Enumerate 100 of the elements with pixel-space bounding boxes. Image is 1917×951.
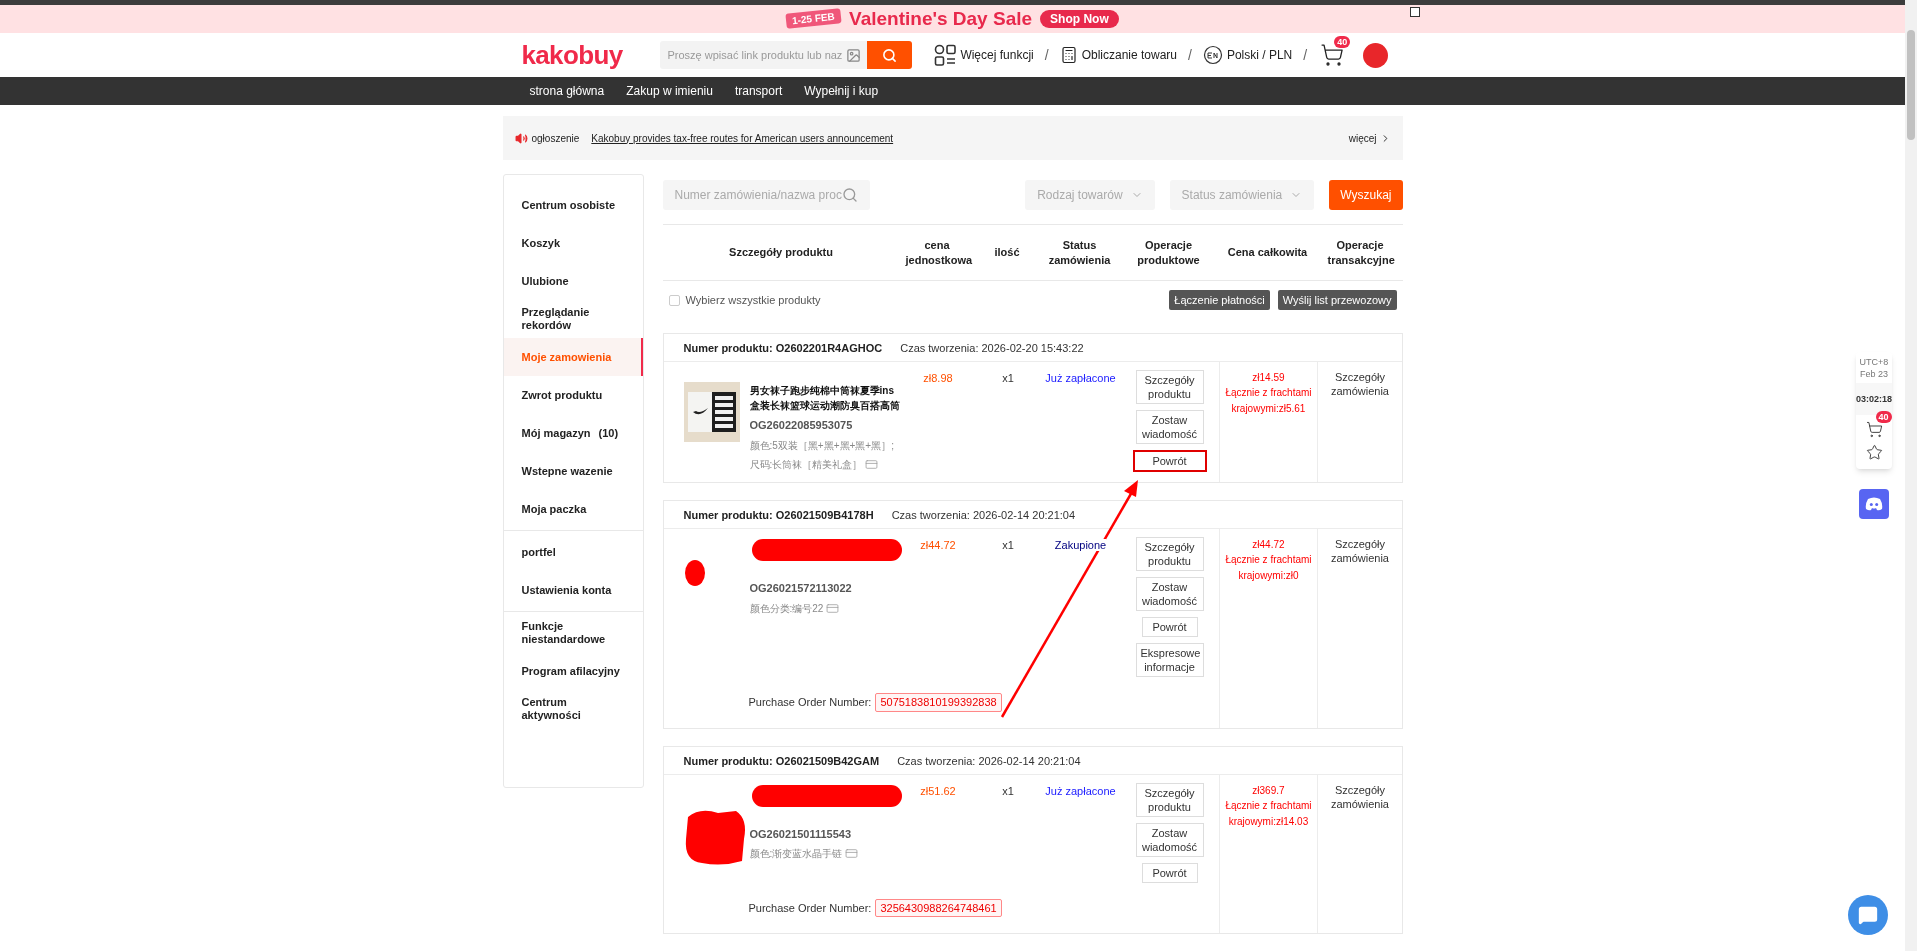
- avatar[interactable]: [1363, 42, 1389, 68]
- clock-time: 03:02:18: [1856, 383, 1892, 415]
- column-header: ilość: [993, 245, 1021, 260]
- announcement-label: ogłoszenie: [531, 131, 580, 146]
- promo-banner[interactable]: 1-25 FEB Valentine's Day Sale Shop Now: [0, 4, 1905, 33]
- separator-slash: /: [1044, 45, 1049, 65]
- sidebar-item[interactable]: Program afilacyjny: [503, 652, 643, 690]
- discord-button[interactable]: [1859, 489, 1889, 519]
- image-search-icon[interactable]: [846, 47, 862, 63]
- announcement-link[interactable]: Kakobuy provides tax-free routes for American users announcement: [591, 130, 894, 146]
- sidebar-item[interactable]: Centrum osobiste: [503, 186, 643, 224]
- order-status: Zakupione: [1054, 539, 1107, 551]
- sidebar-item[interactable]: Przeglądanie rekordów: [503, 300, 643, 338]
- column-header: Operacje produktowe: [1136, 237, 1201, 268]
- product-attribute: 颜色:渐变蓝水晶手链: [749, 847, 843, 861]
- nav-link[interactable]: Wypełnij i kup: [804, 82, 879, 101]
- order-number: Numer produktu: O26021509B42GAM: [683, 753, 880, 769]
- order-status: Już zapłacone: [1045, 372, 1116, 384]
- cart-badge: 40: [1875, 411, 1892, 423]
- total-note: Łącznie z frachtami krajowymi:zł0: [1224, 553, 1313, 583]
- star-icon[interactable]: [1865, 444, 1883, 461]
- purchase-order-label: Purchase Order Number:: [748, 900, 872, 916]
- product-name[interactable]: 男女袜子跑步纯棉中筒袜夏季ins盒装长袜篮球运动潮防臭百搭高筒: [749, 383, 901, 413]
- nav-link[interactable]: strona główna: [529, 82, 605, 101]
- select-all-label: Wybierz wszystkie produkty: [685, 292, 821, 308]
- column-header: cena jednostkowa: [904, 237, 974, 268]
- separator-slash: /: [1303, 45, 1308, 65]
- calculator-icon: [1059, 46, 1078, 65]
- quantity: x1: [1002, 539, 1014, 551]
- purchase-order-number: 3256430988264748461: [875, 898, 1002, 917]
- select-all-checkbox[interactable]: [668, 294, 680, 306]
- order-details-link[interactable]: Szczegóły zamówienia: [1318, 537, 1402, 728]
- separator-slash: /: [1188, 45, 1192, 65]
- collapse-icon[interactable]: [1410, 6, 1420, 17]
- timezone-label: UTC+8: [1859, 356, 1889, 368]
- sidebar-item[interactable]: Centrum aktywności: [503, 690, 643, 728]
- quantity: x1: [1002, 784, 1014, 797]
- sidebar-item[interactable]: Funkcje niestandardowe: [503, 614, 643, 652]
- sidebar-item[interactable]: portfel: [503, 533, 643, 571]
- order-number: Numer produktu: O2602201R4AGHOC: [683, 341, 883, 357]
- sidebar-item[interactable]: Mój magazyn (10): [503, 414, 643, 452]
- more-link[interactable]: więcej: [1348, 130, 1377, 146]
- quantity: x1: [1002, 372, 1014, 384]
- product-operation-button[interactable]: Zostaw wiadomość: [1135, 410, 1204, 444]
- sidebar-item[interactable]: Moja paczka: [503, 490, 643, 528]
- product-operation-button[interactable]: Zostaw wiadomość: [1135, 822, 1204, 857]
- date-badge: 1-25 FEB: [785, 8, 842, 30]
- sidebar-item[interactable]: Koszyk: [503, 224, 643, 262]
- order-created-time: Czas tworzenia: 2026-02-20 15:43:22: [900, 341, 1084, 357]
- sidebar-item[interactable]: Zwrot produktu: [503, 376, 643, 414]
- sidebar-item[interactable]: Ustawienia konta: [503, 571, 643, 609]
- product-operation-button[interactable]: Ekspresowe informacje: [1135, 643, 1204, 677]
- header-link[interactable]: Obliczanie towaru: [1059, 46, 1177, 65]
- product-operation-button[interactable]: Szczegóły produktu: [1135, 537, 1204, 571]
- product-code: OG26021572113022: [749, 581, 852, 596]
- discord-icon: [1865, 497, 1883, 511]
- total-price: zł14.59: [1252, 371, 1285, 385]
- logo[interactable]: kakobuy: [521, 35, 660, 75]
- total-note: Łącznie z frachtami krajowymi:zł5.61: [1224, 386, 1313, 416]
- order-details-link[interactable]: Szczegóły zamówienia: [1318, 782, 1402, 933]
- cart-icon[interactable]: [1865, 421, 1883, 438]
- product-operation-button[interactable]: Powrót: [1141, 862, 1198, 883]
- order-details-link[interactable]: Szczegóły zamówienia: [1318, 370, 1402, 482]
- search-button[interactable]: [867, 41, 913, 70]
- bulk-action-button[interactable]: Wyślij list przewozowy: [1277, 290, 1397, 310]
- product-attribute: 尺码:长筒袜［精美礼盒］: [749, 457, 863, 472]
- shop-now-button[interactable]: Shop Now: [1040, 9, 1119, 28]
- order-number: Numer produktu: O26021509B4178H: [683, 508, 874, 524]
- purchase-order-number: 5075183810199392838: [875, 693, 1002, 712]
- redaction-mark: [683, 559, 706, 587]
- product-operation-button[interactable]: Szczegóły produktu: [1135, 782, 1204, 817]
- card-icon: [865, 457, 879, 471]
- unit-price: zł51.62: [920, 784, 956, 797]
- card-icon: [826, 601, 840, 615]
- column-header: Operacje transakcyjne: [1326, 237, 1396, 268]
- date-label: Feb 23: [1860, 368, 1888, 381]
- total-note: Łącznie z frachtami krajowymi:zł14.03: [1224, 798, 1313, 829]
- nav-link[interactable]: Zakup w imieniu: [626, 82, 713, 101]
- order-status: Już zapłacone: [1045, 784, 1116, 797]
- product-code: OG26021501115543: [749, 826, 853, 842]
- sidebar-item[interactable]: Ulubione: [503, 262, 643, 300]
- sidebar-item[interactable]: Wstepne wazenie: [503, 452, 643, 490]
- product-operation-button[interactable]: Zostaw wiadomość: [1135, 577, 1204, 611]
- chat-icon: [1858, 905, 1878, 925]
- product-operation-button[interactable]: Powrót: [1141, 617, 1198, 637]
- bulk-action-button[interactable]: Łączenie płatności: [1169, 290, 1270, 310]
- chat-button[interactable]: [1848, 895, 1888, 935]
- column-header: Szczegóły produktu: [728, 245, 834, 260]
- header-link[interactable]: Polski / PLN: [1202, 45, 1293, 66]
- search-icon: [841, 187, 858, 203]
- purchase-order-label: Purchase Order Number:: [748, 695, 872, 710]
- product-operation-button[interactable]: Powrót: [1132, 450, 1207, 472]
- column-header: Cena całkowita: [1226, 245, 1309, 260]
- language-icon: [1202, 45, 1223, 66]
- product-operation-button[interactable]: Szczegóły produktu: [1135, 370, 1204, 404]
- card-icon: [845, 847, 859, 860]
- cart-badge: 40: [1334, 36, 1351, 49]
- nav-link[interactable]: transport: [734, 82, 783, 101]
- cart-icon[interactable]: [1320, 43, 1345, 68]
- header-link[interactable]: Więcej funkcji: [934, 44, 1034, 67]
